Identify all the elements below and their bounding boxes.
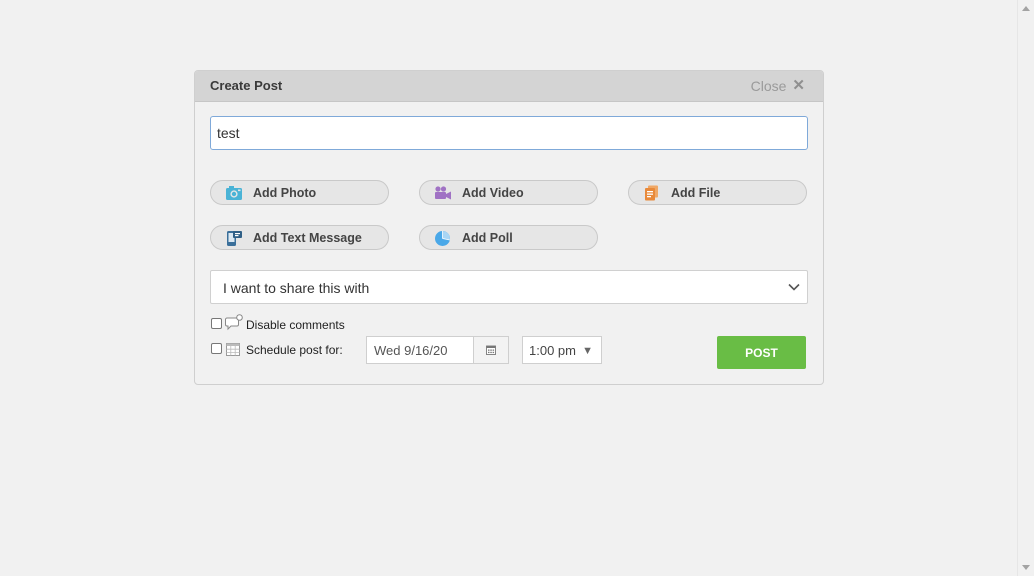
schedule-date-value: Wed 9/16/20 [374, 343, 448, 358]
dialog-header: Create Post Close ✕ [195, 71, 823, 102]
disable-comments-checkbox[interactable] [211, 318, 222, 329]
chevron-down-icon [788, 283, 800, 291]
schedule-date-field[interactable]: Wed 9/16/20 [366, 336, 509, 364]
add-photo-label: Add Photo [253, 186, 317, 200]
disable-comments-label: Disable comments [246, 318, 345, 332]
dropdown-arrow-icon: ▼ [582, 345, 593, 357]
add-text-message-label: Add Text Message [253, 231, 362, 245]
video-camera-icon [435, 186, 451, 200]
close-button[interactable]: Close ✕ [751, 78, 805, 94]
add-video-button[interactable]: Add Video [419, 180, 598, 205]
camera-icon [226, 186, 242, 200]
phone-message-icon [227, 231, 242, 246]
add-file-label: Add File [671, 186, 721, 200]
post-button[interactable]: POST [717, 336, 806, 369]
schedule-time-select[interactable]: 1:00 pm ▼ [522, 336, 602, 364]
add-poll-button[interactable]: Add Poll [419, 225, 598, 250]
add-video-label: Add Video [462, 186, 524, 200]
file-icon [645, 185, 658, 201]
calendar-icon [486, 345, 496, 355]
page-scrollbar[interactable] [1017, 0, 1034, 576]
dialog-title: Create Post [210, 78, 283, 93]
comment-bubble-icon [225, 314, 243, 331]
post-text-input[interactable] [210, 116, 808, 150]
create-post-dialog: Create Post Close ✕ Add Photo Add Video [194, 70, 824, 385]
calendar-grid-icon [226, 343, 240, 356]
close-label: Close [750, 78, 787, 94]
schedule-post-label: Schedule post for: [246, 343, 343, 357]
share-audience-select[interactable]: I want to share this with [210, 270, 808, 304]
date-picker-button[interactable] [473, 337, 508, 363]
pie-chart-icon [435, 231, 450, 246]
add-text-message-button[interactable]: Add Text Message [210, 225, 389, 250]
add-file-button[interactable]: Add File [628, 180, 807, 205]
share-audience-value: I want to share this with [223, 280, 370, 296]
add-photo-button[interactable]: Add Photo [210, 180, 389, 205]
close-icon: ✕ [792, 77, 805, 94]
schedule-time-value: 1:00 pm [529, 343, 576, 358]
add-poll-label: Add Poll [462, 231, 513, 245]
schedule-post-checkbox[interactable] [211, 343, 222, 354]
scroll-up-arrow-icon[interactable] [1022, 6, 1030, 11]
scroll-down-arrow-icon[interactable] [1022, 565, 1030, 570]
